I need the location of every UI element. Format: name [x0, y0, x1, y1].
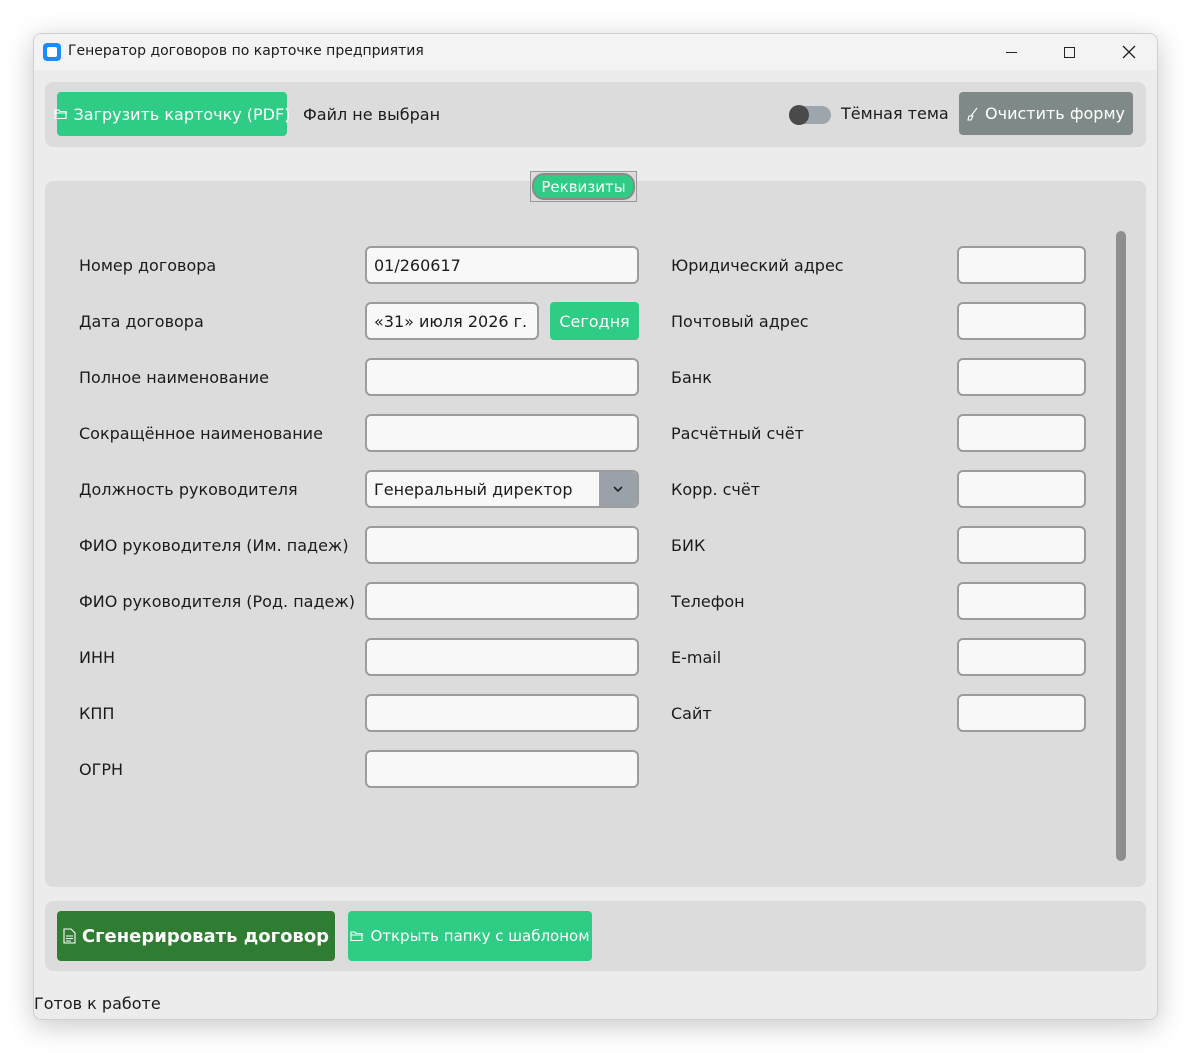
folder-open-icon [53, 108, 68, 120]
maximize-icon [1063, 46, 1075, 58]
director-name-gen-label: ФИО руководителя (Род. падеж) [79, 592, 356, 611]
inn-label: ИНН [79, 648, 116, 667]
clear-form-label: Очистить форму [985, 104, 1125, 123]
maximize-button[interactable] [1040, 34, 1098, 70]
corr-account-label: Корр. счёт [671, 480, 761, 499]
dark-theme-label: Тёмная тема [841, 104, 949, 123]
website-field[interactable] [957, 694, 1086, 732]
settlement-account-field[interactable] [957, 414, 1086, 452]
dark-theme-toggle[interactable] [789, 105, 831, 125]
contract-number-label: Номер договора [79, 256, 217, 275]
file-status: Файл не выбран [303, 105, 441, 124]
generate-contract-button[interactable]: Сгенерировать договор [57, 911, 335, 961]
bank-field[interactable] [957, 358, 1086, 396]
director-name-nom-field[interactable] [365, 526, 639, 564]
close-icon [1122, 45, 1136, 59]
director-position-label: Должность руководителя [79, 480, 298, 499]
close-button[interactable] [1100, 34, 1157, 70]
actions-panel: Сгенерировать договор Открыть папку с ша… [45, 901, 1146, 971]
load-card-button[interactable]: Загрузить карточку (PDF) [53, 92, 290, 136]
ogrn-label: ОГРН [79, 760, 124, 779]
today-button[interactable]: Сегодня [550, 302, 639, 340]
short-name-label: Сокращённое наименование [79, 424, 323, 443]
phone-label: Телефон [671, 592, 745, 611]
bik-field[interactable] [957, 526, 1086, 564]
postal-address-field[interactable] [957, 302, 1086, 340]
corr-account-field[interactable] [957, 470, 1086, 508]
ogrn-field[interactable] [365, 750, 639, 788]
legal-address-label: Юридический адрес [671, 256, 844, 275]
form-scrollbar[interactable] [1116, 231, 1126, 861]
director-name-nom-label: ФИО руководителя (Им. падеж) [79, 536, 349, 555]
load-card-label: Загрузить карточку (PDF) [73, 104, 291, 124]
director-position-select[interactable]: Генеральный директор [365, 470, 639, 508]
clear-form-button[interactable]: Очистить форму [959, 92, 1133, 135]
tab-requisites-label: Реквизиты [541, 177, 626, 196]
chevron-down-icon[interactable] [599, 472, 637, 506]
contract-date-label: Дата договора [79, 312, 204, 331]
tab-requisites[interactable]: Реквизиты [530, 171, 637, 202]
bik-label: БИК [671, 536, 706, 555]
website-label: Сайт [671, 704, 712, 723]
toggle-knob [789, 105, 809, 125]
full-name-field[interactable] [365, 358, 639, 396]
settlement-account-label: Расчётный счёт [671, 424, 804, 443]
document-icon [63, 928, 76, 944]
short-name-field[interactable] [365, 414, 639, 452]
folder-icon [350, 930, 364, 942]
app-window: Генератор договоров по карточке предприя… [33, 33, 1158, 1020]
app-icon [43, 43, 61, 61]
contract-number-field[interactable]: 01/260617 [365, 246, 639, 284]
kpp-field[interactable] [365, 694, 639, 732]
title-bar: Генератор договоров по карточке предприя… [34, 34, 1157, 70]
director-position-value: Генеральный директор [374, 480, 573, 499]
toolbar-panel: Загрузить карточку (PDF) Файл не выбран … [45, 82, 1146, 147]
contract-date-field[interactable]: «31» июля 2026 г. [365, 302, 539, 340]
email-field[interactable] [957, 638, 1086, 676]
full-name-label: Полное наименование [79, 368, 269, 387]
postal-address-label: Почтовый адрес [671, 312, 809, 331]
status-text: Готов к работе [34, 994, 161, 1013]
director-name-gen-field[interactable] [365, 582, 639, 620]
kpp-label: КПП [79, 704, 115, 723]
minimize-button[interactable] [982, 34, 1040, 70]
generate-contract-label: Сгенерировать договор [81, 925, 330, 947]
phone-field[interactable] [957, 582, 1086, 620]
window-title: Генератор договоров по карточке предприя… [68, 43, 424, 59]
open-template-folder-button[interactable]: Открыть папку с шаблоном [348, 911, 592, 961]
bank-label: Банк [671, 368, 712, 387]
email-label: E-mail [671, 648, 722, 667]
legal-address-field[interactable] [957, 246, 1086, 284]
today-label: Сегодня [559, 311, 630, 331]
minimize-icon [1005, 51, 1017, 53]
open-template-folder-label: Открыть папку с шаблоном [370, 927, 590, 945]
broom-icon [967, 107, 979, 121]
inn-field[interactable] [365, 638, 639, 676]
